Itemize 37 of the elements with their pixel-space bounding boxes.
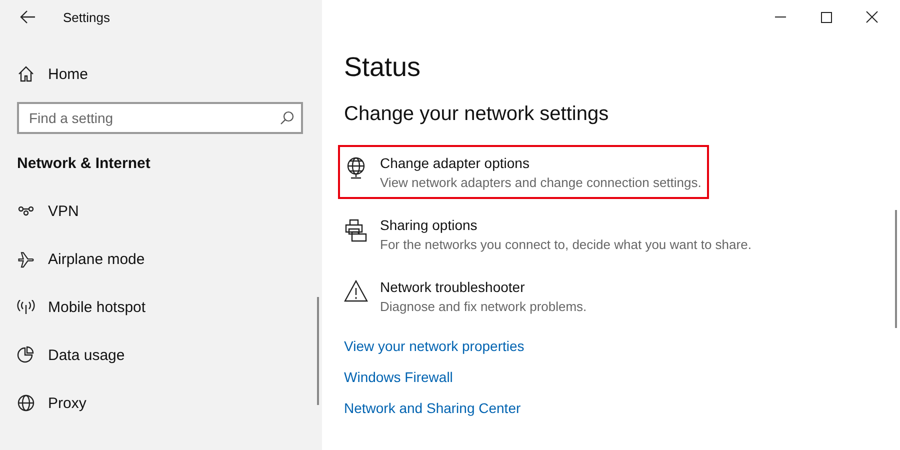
- airplane-icon: [17, 250, 35, 268]
- sidebar-item[interactable]: Mobile hotspot: [0, 283, 322, 331]
- hotspot-icon: [17, 300, 35, 314]
- scrollbar[interactable]: [895, 210, 897, 328]
- sidebar-item[interactable]: VPN: [0, 187, 322, 235]
- close-button[interactable]: [866, 11, 878, 23]
- option-item[interactable]: Sharing options For the networks you connect to, decide what you want to share.: [338, 207, 760, 261]
- home-item[interactable]: Home: [0, 50, 322, 98]
- section-heading: Network & Internet: [16, 155, 152, 172]
- window-title: Settings: [63, 10, 110, 24]
- globe-icon: [17, 394, 35, 412]
- scrollbar[interactable]: [317, 297, 319, 405]
- page-title: Status: [344, 52, 422, 83]
- option-item[interactable]: Network troubleshooter Diagnose and fix network problems.: [338, 269, 595, 323]
- option-title: Change adapter options: [380, 155, 530, 171]
- maximize-button[interactable]: [821, 12, 832, 22]
- warning-icon: [344, 280, 368, 302]
- option-item[interactable]: Change adapter options View network adapters and change connection settings.: [338, 145, 710, 199]
- home-icon: [17, 66, 35, 82]
- option-description: For the networks you connect to, decide what you want to share.: [380, 237, 752, 252]
- sidebar-item[interactable]: Proxy: [0, 379, 322, 427]
- sidebar-item[interactable]: Airplane mode: [0, 235, 322, 283]
- minimize-button[interactable]: [775, 16, 787, 18]
- vpn-icon: [17, 206, 35, 216]
- option-title: Sharing options: [380, 217, 478, 233]
- link[interactable]: View your network properties: [344, 338, 524, 354]
- search-field[interactable]: Find a setting: [17, 102, 303, 134]
- link[interactable]: Network and Sharing Center: [344, 400, 521, 416]
- search-icon: [280, 111, 294, 125]
- pie-chart-icon: [17, 346, 35, 364]
- option-description: View network adapters and change connection settings.: [380, 175, 702, 190]
- link[interactable]: Windows Firewall: [344, 369, 453, 385]
- option-title: Network troubleshooter: [380, 279, 526, 295]
- printer-folder-icon: [344, 218, 368, 242]
- section-heading: Change your network settings: [344, 103, 610, 126]
- option-description: Diagnose and fix network problems.: [380, 299, 587, 314]
- sidebar-item[interactable]: Data usage: [0, 331, 322, 379]
